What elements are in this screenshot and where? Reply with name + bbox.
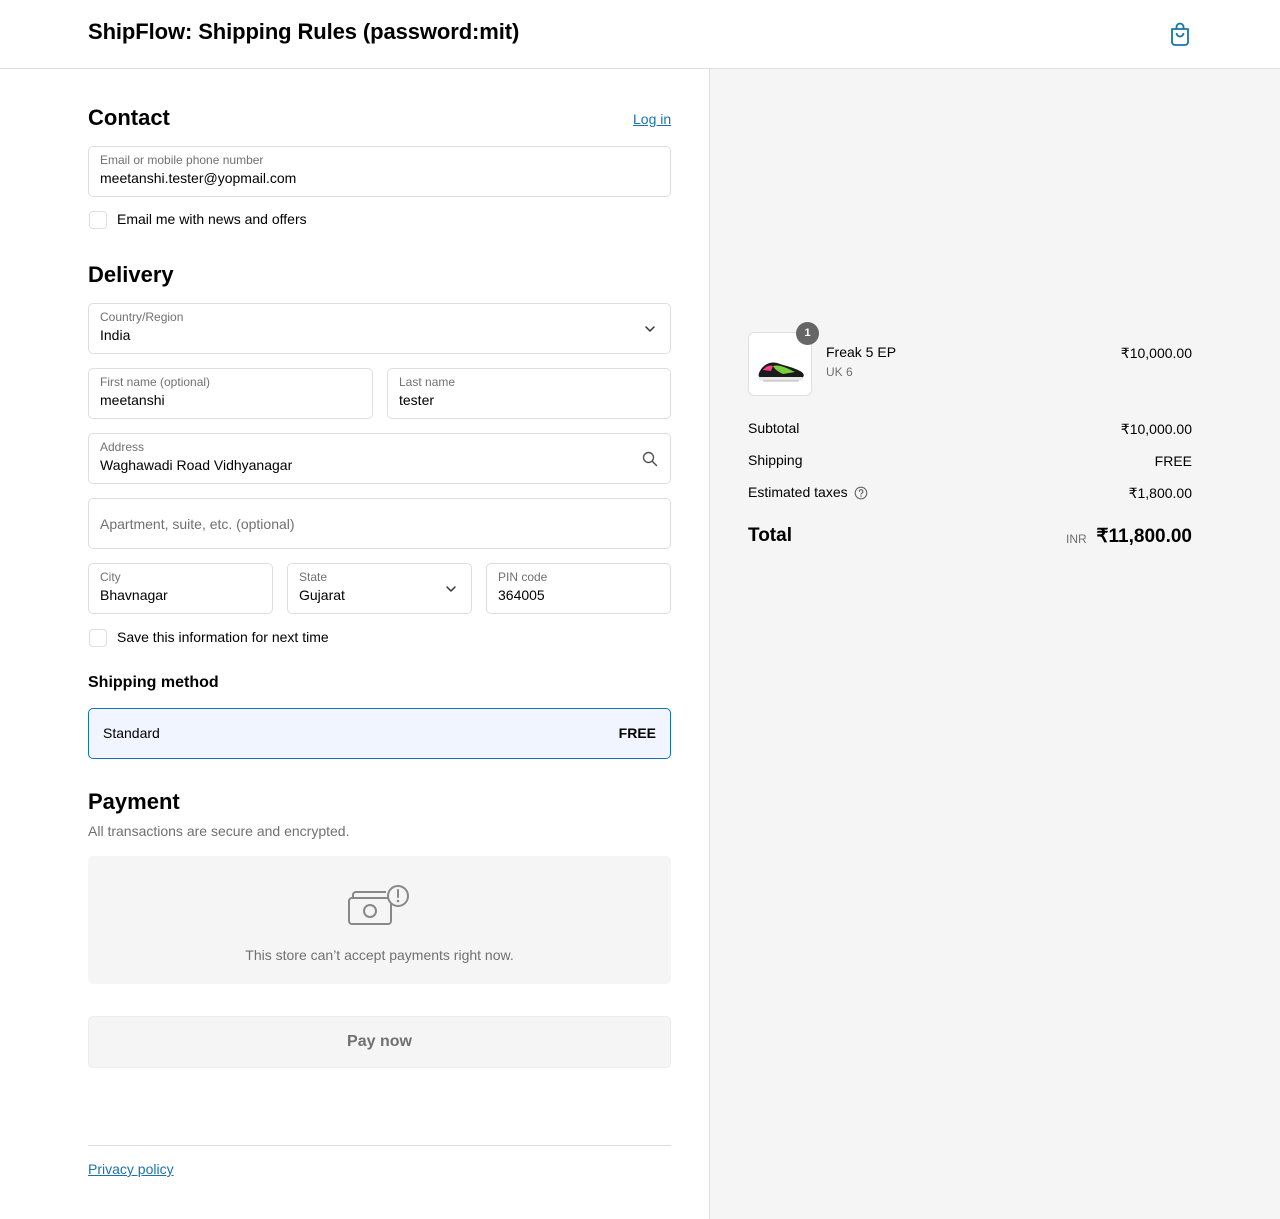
news-checkbox-label: Email me with news and offers [117,211,307,227]
address-value: Waghawadi Road Vidhyanagar [100,457,293,473]
store-title[interactable]: ShipFlow: Shipping Rules (password:mit) [88,19,519,45]
pin-code-value: 364005 [498,587,545,603]
pay-now-button[interactable]: Pay now [88,1016,671,1068]
order-summary: 1 Freak 5 EP UK 6 ₹10,000.00 Subtotal ₹1… [710,69,1280,1219]
email-field[interactable]: Email or mobile phone number meetanshi.t… [88,146,671,197]
shipping-method-heading: Shipping method [88,674,219,691]
last-name-label: Last name [399,375,456,389]
shopping-bag-icon[interactable] [1168,21,1192,47]
contact-heading: Contact [88,105,170,130]
state-label: State [299,570,328,584]
city-field[interactable]: City Bhavnagar [88,563,273,614]
apartment-input[interactable] [100,499,659,548]
help-circle-icon[interactable] [854,486,868,500]
product-price: ₹10,000.00 [1120,345,1192,361]
payment-heading: Payment [88,789,180,814]
taxes-label: Estimated taxes [748,484,848,500]
address-field[interactable]: Address Waghawadi Road Vidhyanagar [88,433,671,484]
save-info-label: Save this information for next time [117,629,329,645]
state-select[interactable]: State Gujarat [287,563,472,614]
shipping-label: Shipping [748,452,803,468]
first-name-label: First name (optional) [100,375,211,389]
city-label: City [100,570,121,584]
subtotal-label: Subtotal [748,420,800,436]
total-label: Total [748,525,792,546]
shipping-value: FREE [1154,453,1192,469]
pin-code-label: PIN code [498,570,548,584]
state-value: Gujarat [299,587,345,603]
total-value: ₹11,800.00 [1096,526,1192,547]
payment-unavailable-message: This store can’t accept payments right n… [245,947,514,963]
country-value: India [100,327,131,343]
pin-code-field[interactable]: PIN code 364005 [486,563,671,614]
cash-warning-icon [348,885,409,925]
subtotal-value: ₹10,000.00 [1120,421,1192,437]
apartment-field[interactable] [88,498,671,549]
search-icon[interactable] [642,451,658,467]
login-link[interactable]: Log in [633,111,671,127]
address-label: Address [100,440,145,454]
chevron-down-icon [645,326,655,332]
taxes-value: ₹1,800.00 [1128,485,1192,501]
first-name-field[interactable]: First name (optional) meetanshi [88,368,373,419]
chevron-down-icon [446,586,456,592]
last-name-value: tester [399,392,435,408]
email-label: Email or mobile phone number [100,153,264,167]
footer-divider [88,1145,671,1146]
quantity-badge: 1 [796,322,819,345]
total-currency: INR [1066,532,1087,546]
last-name-field[interactable]: Last name tester [387,368,671,419]
checkout-form: Contact Log in Email or mobile phone num… [0,69,710,1219]
payment-unavailable-box: This store can’t accept payments right n… [88,856,671,984]
country-label: Country/Region [100,310,184,324]
save-info-checkbox[interactable] [89,629,107,647]
country-select[interactable]: Country/Region India [88,303,671,354]
email-value: meetanshi.tester@yopmail.com [100,170,297,186]
city-value: Bhavnagar [100,587,168,603]
shipping-option-standard[interactable]: Standard FREE [88,708,671,759]
product-name: Freak 5 EP [826,344,897,360]
product-variant: UK 6 [826,365,853,379]
first-name-value: meetanshi [100,392,165,408]
delivery-heading: Delivery [88,262,174,287]
news-checkbox[interactable] [89,211,107,229]
site-header: ShipFlow: Shipping Rules (password:mit) [0,0,1280,69]
shipping-option-name: Standard [103,725,160,741]
shipping-option-price: FREE [618,725,656,741]
privacy-policy-link[interactable]: Privacy policy [88,1161,174,1177]
payment-subtitle: All transactions are secure and encrypte… [88,823,350,839]
